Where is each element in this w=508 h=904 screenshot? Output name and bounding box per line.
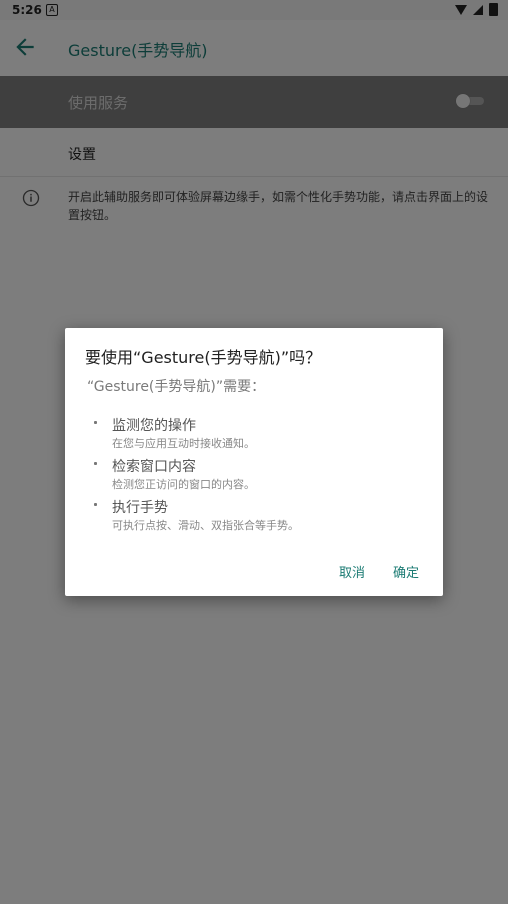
permission-title: 执行手势 bbox=[112, 500, 168, 516]
dialog-title: 要使用“Gesture(手势导航)”吗？ bbox=[85, 348, 322, 367]
permission-title: 检索窗口内容 bbox=[112, 459, 196, 475]
cancel-button[interactable]: 取消 bbox=[339, 562, 365, 581]
permission-description: 检测您正访问的窗口的内容。 bbox=[112, 478, 255, 491]
bullet-icon bbox=[94, 462, 97, 465]
bullet-icon bbox=[94, 421, 97, 424]
permission-description: 在您与应用互动时接收通知。 bbox=[112, 437, 255, 450]
permission-dialog: 要使用“Gesture(手势导航)”吗？ “Gesture(手势导航)”需要： … bbox=[65, 328, 443, 596]
dialog-subtitle: “Gesture(手势导航)”需要： bbox=[87, 379, 266, 395]
permission-title: 监测您的操作 bbox=[112, 418, 196, 434]
ok-button[interactable]: 确定 bbox=[393, 562, 419, 581]
bullet-icon bbox=[94, 503, 97, 506]
permission-description: 可执行点按、滑动、双指张合等手势。 bbox=[112, 519, 299, 532]
